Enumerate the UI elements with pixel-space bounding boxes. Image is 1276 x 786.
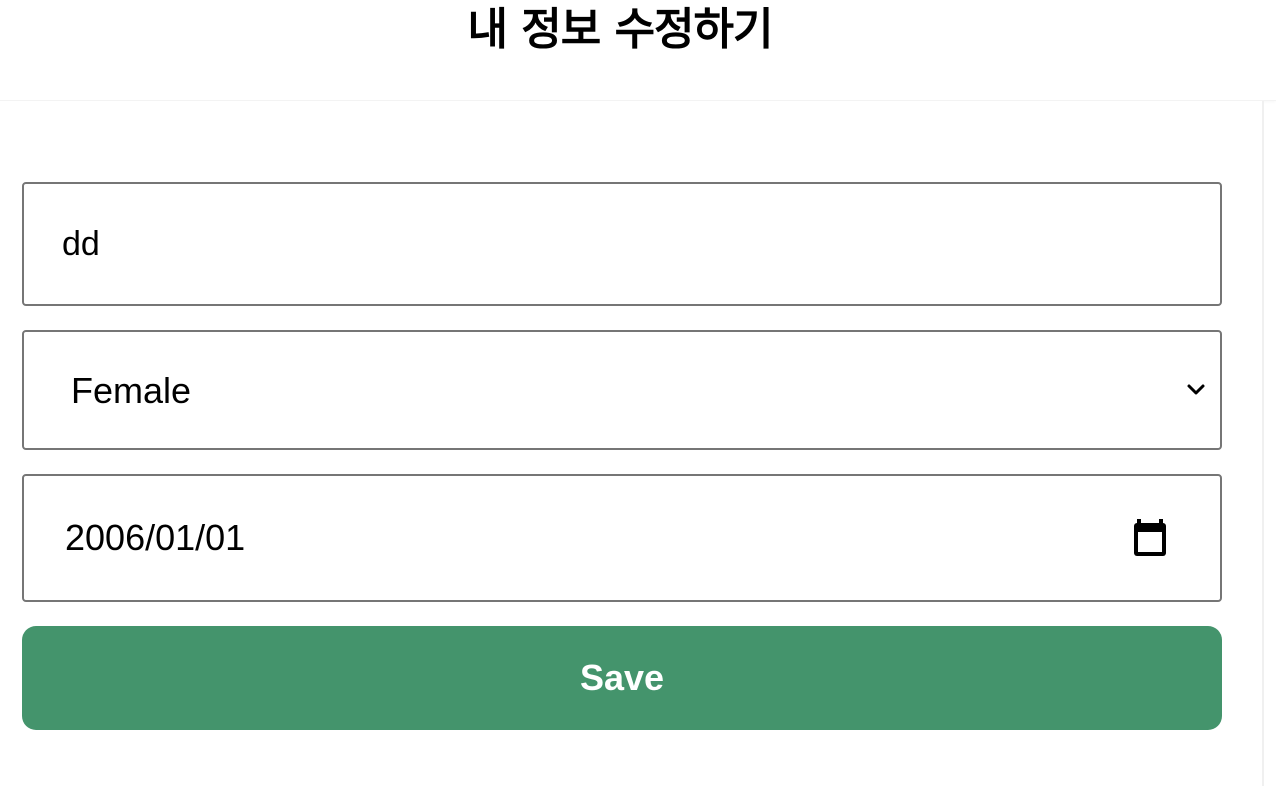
name-input-value: dd xyxy=(62,225,100,263)
birthdate-input[interactable]: 2006/01/01 xyxy=(22,474,1222,602)
gender-select[interactable]: Female xyxy=(22,330,1222,450)
page-header: 내 정보 수정하기 xyxy=(0,0,1276,101)
chevron-down-icon xyxy=(1187,384,1205,395)
name-input[interactable]: dd xyxy=(22,182,1222,306)
birthdate-input-value: 2006/01/01 xyxy=(65,517,246,558)
save-button[interactable]: Save xyxy=(22,626,1222,730)
gender-select-value: Female xyxy=(71,370,192,411)
calendar-icon[interactable] xyxy=(1132,518,1172,558)
page-title: 내 정보 수정하기 xyxy=(467,4,774,55)
